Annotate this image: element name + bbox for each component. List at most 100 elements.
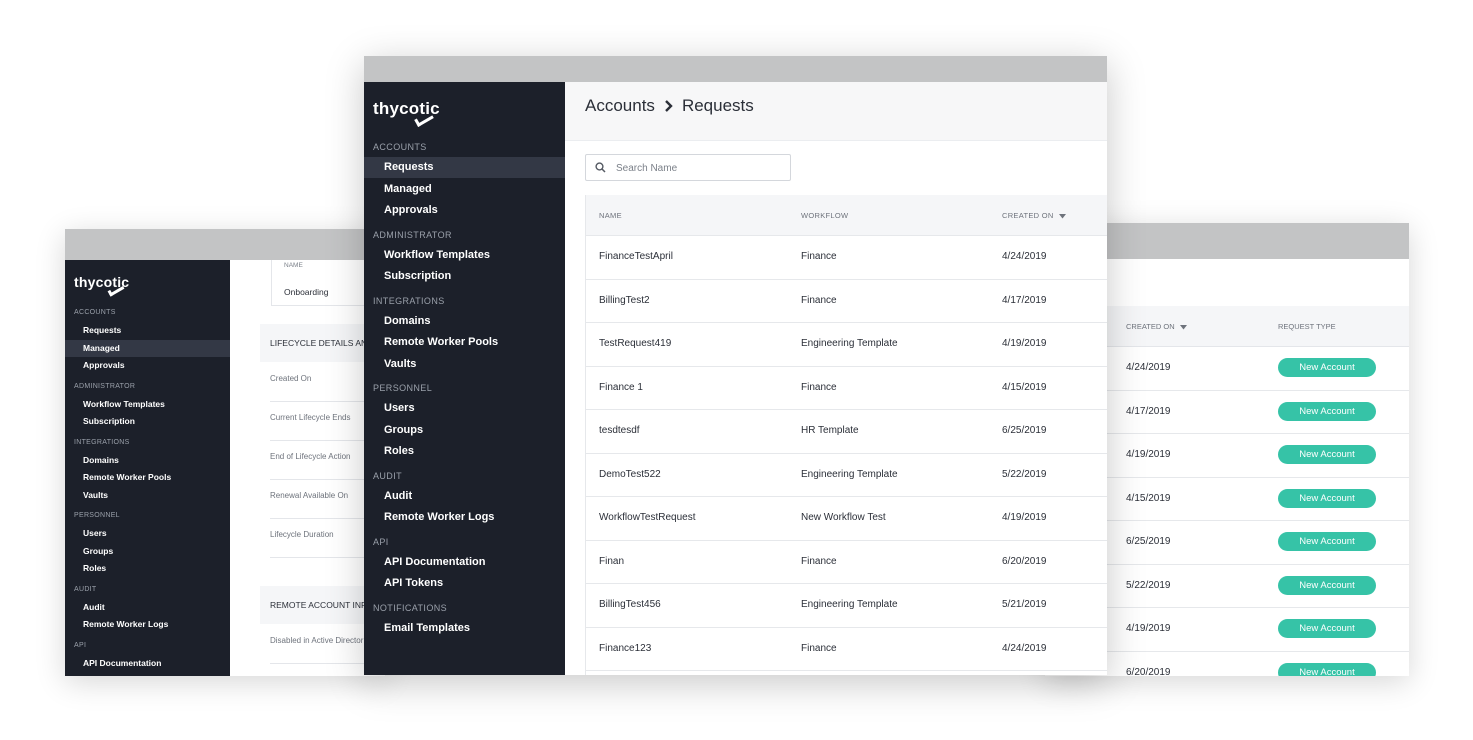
sidebar-item-label: Audit bbox=[384, 489, 413, 502]
sidebar-item-groups[interactable]: Groups bbox=[65, 543, 230, 560]
table-row[interactable]: WorkflowTestRequest New Workflow Test 4/19… bbox=[586, 497, 1107, 541]
sidebar-item-subscription[interactable]: Subscription bbox=[65, 413, 230, 430]
sidebar-item-roles[interactable]: Roles bbox=[364, 441, 565, 462]
sidebar-item-remote-worker-logs[interactable]: Remote Worker Logs bbox=[65, 616, 230, 633]
column-workflow[interactable]: WORKFLOW bbox=[801, 211, 848, 220]
request-type-badge: New Account bbox=[1278, 575, 1376, 595]
name-cell[interactable]: tesdtesdf bbox=[599, 425, 640, 436]
created-on-cell: 4/15/2019 bbox=[1126, 492, 1171, 504]
sidebar-section-administrator: ADMINISTRATOR bbox=[74, 382, 136, 390]
created-on-cell: 6/20/2019 bbox=[1002, 555, 1047, 567]
sidebar: thycotic ACCOUNTS Requests Managed Approval… bbox=[364, 82, 565, 675]
name-cell[interactable]: Finance123 bbox=[599, 643, 651, 654]
created-on-cell: 4/19/2019 bbox=[1126, 623, 1171, 634]
sidebar-item-subscription[interactable]: Subscription bbox=[364, 266, 565, 287]
table-row[interactable]: Finance 1 Finance 4/15/2019 bbox=[586, 367, 1107, 410]
brand-logo[interactable]: thycotic bbox=[373, 99, 440, 127]
search-box[interactable] bbox=[585, 154, 791, 181]
sidebar-section-accounts: ACCOUNTS bbox=[373, 142, 427, 152]
name-cell[interactable]: Finance 1 bbox=[599, 382, 643, 393]
sidebar-item-managed[interactable]: Managed bbox=[65, 339, 230, 357]
sidebar-item-workflow-templates[interactable]: Workflow Templates bbox=[364, 245, 565, 266]
brand-logo[interactable]: thycotic bbox=[74, 274, 129, 297]
table-row[interactable]: FinanceTestApril Finance 4/24/2019 bbox=[586, 236, 1107, 280]
table-row[interactable]: Finan Finance 6/20/2019 bbox=[586, 541, 1107, 584]
created-on-cell: 5/22/2019 bbox=[1126, 579, 1171, 591]
created-on-cell: 4/15/2019 bbox=[1002, 381, 1047, 393]
breadcrumb: Accounts Requests bbox=[585, 96, 754, 116]
sidebar-item-remote-worker-pools[interactable]: Remote Worker Pools bbox=[65, 469, 230, 486]
sidebar-item-roles[interactable]: Roles bbox=[65, 560, 230, 577]
name-cell[interactable]: WorkflowTestRequest bbox=[599, 512, 696, 523]
sidebar-item-users[interactable]: Users bbox=[65, 525, 230, 542]
table-row[interactable]: BillingTest456 Engineering Template 5/21/2… bbox=[586, 584, 1107, 628]
created-on-cell: 6/25/2019 bbox=[1002, 425, 1047, 436]
sidebar-item-api-documentation[interactable]: API Documentation bbox=[364, 552, 565, 573]
managed-account-window: thycotic ACCOUNTS Requests Managed Approval… bbox=[65, 229, 385, 676]
sidebar-item-approvals[interactable]: Approvals bbox=[65, 357, 230, 374]
sidebar-item-label: Vaults bbox=[384, 357, 417, 370]
table-header: NAME WORKFLOW CREATED ON bbox=[586, 195, 1107, 236]
name-cell[interactable]: FinanceTestApril bbox=[599, 251, 673, 262]
sidebar-section-administrator: ADMINISTRATOR bbox=[373, 229, 452, 240]
name-cell[interactable]: BillingTest456 bbox=[599, 599, 661, 610]
sidebar-item-vaults[interactable]: Vaults bbox=[65, 487, 230, 504]
sidebar-item-label: API Documentation bbox=[384, 555, 486, 568]
table-row[interactable]: tesdtesdf HR Template 6/25/2019 bbox=[586, 410, 1107, 454]
column-request-type[interactable]: REQUEST TYPE bbox=[1278, 322, 1336, 331]
name-cell[interactable]: DemoTest522 bbox=[599, 469, 661, 480]
sidebar-item-workflow-templates[interactable]: Workflow Templates bbox=[65, 396, 230, 413]
table-row[interactable]: Finance123 Finance 4/24/2019 bbox=[586, 628, 1107, 671]
workflow-cell: Finance bbox=[801, 642, 837, 654]
breadcrumb-accounts[interactable]: Accounts bbox=[585, 96, 655, 116]
column-created-on-label: CREATED ON bbox=[1002, 211, 1054, 220]
workflow-cell: Finance bbox=[801, 294, 837, 306]
created-on-cell: 4/19/2019 bbox=[1002, 338, 1047, 349]
sidebar-item-requests[interactable]: Requests bbox=[65, 322, 230, 339]
sidebar-item-requests[interactable]: Requests bbox=[364, 157, 565, 178]
sidebar-item-domains[interactable]: Domains bbox=[364, 311, 565, 332]
column-created-on[interactable]: CREATED ON bbox=[1126, 322, 1187, 331]
table-row[interactable]: BillingTest2 Finance 4/17/2019 bbox=[586, 280, 1107, 323]
sidebar-item-email-templates[interactable]: Email Templates bbox=[364, 618, 565, 639]
workflow-cell: Finance bbox=[801, 251, 837, 262]
request-type-badge: New Account bbox=[1278, 401, 1376, 421]
table-row[interactable]: DemoTest522 Engineering Template 5/22/2019 bbox=[586, 454, 1107, 497]
sidebar-item-managed[interactable]: Managed bbox=[364, 179, 565, 200]
sidebar-section-audit: AUDIT bbox=[373, 470, 402, 481]
sidebar-item-label: Groups bbox=[384, 423, 424, 436]
sidebar-item-remote-worker-logs[interactable]: Remote Worker Logs bbox=[364, 507, 565, 528]
sidebar-item-audit[interactable]: Audit bbox=[65, 599, 230, 616]
sidebar-item-api-tokens[interactable]: API Tokens bbox=[364, 573, 565, 594]
sidebar-item-label: Groups bbox=[83, 545, 114, 556]
sidebar-section-integrations: INTEGRATIONS bbox=[74, 438, 130, 446]
sidebar-item-label: Roles bbox=[83, 563, 107, 573]
sidebar-item-groups[interactable]: Groups bbox=[364, 420, 565, 441]
sidebar-item-audit[interactable]: Audit bbox=[364, 486, 565, 507]
sidebar-item-remote-worker-pools[interactable]: Remote Worker Pools bbox=[364, 332, 565, 353]
table-row[interactable]: TestRequest419 Engineering Template 4/19/2… bbox=[586, 323, 1107, 367]
sidebar-item-approvals[interactable]: Approvals bbox=[364, 200, 565, 221]
created-on-cell: 4/19/2019 bbox=[1002, 512, 1047, 523]
column-name[interactable]: NAME bbox=[599, 211, 622, 220]
name-cell[interactable]: Finan bbox=[599, 556, 624, 567]
name-cell[interactable]: BillingTest2 bbox=[599, 295, 650, 306]
search-input[interactable] bbox=[616, 160, 784, 176]
sidebar-item-label: Domains bbox=[384, 314, 431, 327]
search-icon bbox=[595, 162, 606, 173]
sidebar-item-users[interactable]: Users bbox=[364, 398, 565, 419]
window-title-bar bbox=[65, 229, 385, 260]
sidebar-item-api-documentation[interactable]: API Documentation bbox=[65, 655, 230, 672]
name-cell[interactable]: TestRequest419 bbox=[599, 338, 671, 349]
sidebar-item-label: Requests bbox=[83, 325, 122, 335]
sidebar: thycotic ACCOUNTS Requests Managed Approval… bbox=[65, 260, 230, 676]
created-on-cell: 5/22/2019 bbox=[1002, 468, 1047, 480]
sidebar-item-domains[interactable]: Domains bbox=[65, 452, 230, 469]
account-details-panel: NAME Onboarding LIFECYCLE DETAILS AND AC… bbox=[230, 260, 385, 676]
sidebar-section-notifications: NOTIFICATIONS bbox=[373, 602, 448, 613]
caret-down-icon bbox=[1059, 213, 1067, 219]
sidebar-item-vaults[interactable]: Vaults bbox=[364, 354, 565, 375]
sidebar-item-label: Remote Worker Pools bbox=[83, 472, 172, 482]
column-created-on[interactable]: CREATED ON bbox=[1002, 211, 1067, 220]
created-on-cell: 4/24/2019 bbox=[1126, 362, 1171, 373]
